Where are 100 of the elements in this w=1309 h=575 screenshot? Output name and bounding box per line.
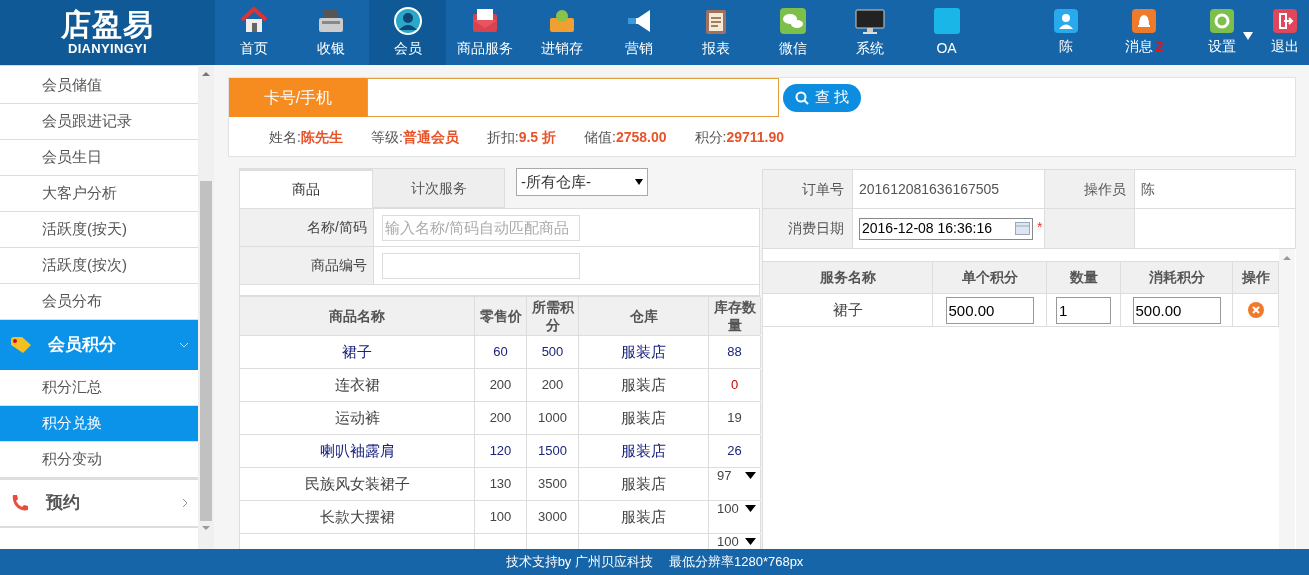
- nav-tab[interactable]: 报表: [677, 0, 754, 65]
- warehouse-select[interactable]: -所有仓库-: [516, 168, 648, 196]
- input-field[interactable]: 500.00: [1132, 296, 1221, 324]
- search-icon: [795, 90, 809, 105]
- table-cell-text: 服装店: [621, 341, 666, 362]
- table-cell: 100: [717, 535, 739, 549]
- nav-tab[interactable]: 微信: [754, 0, 831, 65]
- calendar-icon: [1015, 222, 1030, 235]
- table-cell-text: 服装店: [621, 374, 666, 395]
- nav-tab[interactable]: OA: [908, 0, 985, 65]
- search-button[interactable]: 查 找: [783, 83, 862, 112]
- field-label: 操作员: [1045, 170, 1135, 208]
- table-cell-text: 服装店: [621, 506, 666, 527]
- message-count: 2: [1155, 36, 1164, 56]
- nav-tab[interactable]: 收银: [292, 0, 369, 65]
- column-header: 商品名称: [240, 297, 475, 335]
- table-cell-text: 60: [493, 343, 508, 362]
- nav-tab[interactable]: 会员: [369, 0, 446, 65]
- required-mark: *: [1037, 218, 1043, 237]
- column-header: 服务名称: [763, 262, 933, 293]
- logo-title: 店盈易: [61, 8, 154, 41]
- table-cell-text: 500: [541, 343, 564, 362]
- column-header: 所需积分: [527, 297, 579, 335]
- table-cell-text: 连衣裙: [334, 374, 380, 395]
- table-cell-text: 130: [489, 475, 512, 494]
- caret-icon[interactable]: [745, 505, 756, 512]
- table-cell-text: 民族风女装裙子: [304, 473, 410, 494]
- caret-icon[interactable]: [745, 538, 756, 545]
- logo-subtitle: DIANYINGYI: [67, 40, 148, 57]
- resolution-text: 最低分辨率1280*768px: [668, 553, 804, 572]
- chat-icon: [777, 6, 808, 36]
- table-cell-text: 长款大摆裙: [319, 506, 395, 527]
- user-menu-button[interactable]: 陈: [1027, 0, 1105, 65]
- table-cell-text: 1000: [538, 409, 567, 428]
- table-cell-text: 3000: [538, 508, 567, 527]
- input-field[interactable]: [382, 252, 580, 279]
- support-text: 技术支持by 广州贝应科技: [505, 553, 653, 572]
- user-menu-button[interactable]: 消息 2: [1105, 0, 1183, 65]
- card-phone-field[interactable]: [367, 78, 779, 117]
- nav-tab[interactable]: 进销存: [523, 0, 600, 65]
- field-label: 订单号: [763, 170, 853, 208]
- table-cell-text: 裙子: [342, 341, 372, 362]
- filter-label: 名称/简码: [240, 209, 374, 246]
- table-cell-text: 裙子: [832, 299, 863, 320]
- nav-tab[interactable]: 商品服务: [446, 0, 523, 65]
- nav-tab[interactable]: 营销: [600, 0, 677, 65]
- table-cell-text: 0: [730, 376, 739, 395]
- logout-icon: [1273, 8, 1297, 33]
- table-cell-text: 运动裤: [334, 407, 380, 428]
- member-info-text: 储值:2758.00: [584, 127, 667, 147]
- tab[interactable]: 商品: [239, 168, 372, 208]
- bell-icon: [1132, 8, 1156, 33]
- member-info-text: 积分:29711.90: [694, 127, 785, 147]
- chevron-down-icon: [180, 342, 188, 348]
- user-icon: [1054, 8, 1078, 33]
- person-icon: [392, 6, 423, 36]
- column-header: 数量: [1047, 262, 1121, 293]
- table-cell-text: 3500: [538, 475, 567, 494]
- table-cell-text: 26: [727, 442, 742, 461]
- user-menu-button[interactable]: 退出: [1261, 0, 1309, 65]
- date-field[interactable]: 2016-12-08 16:36:16: [859, 217, 1033, 240]
- column-header: 零售价: [475, 297, 527, 335]
- delete-icon[interactable]: [1247, 302, 1264, 318]
- input-field[interactable]: 输入名称/简码自动匹配商品: [382, 214, 580, 241]
- table-cell-text: 200: [541, 376, 564, 395]
- scroll-down-icon[interactable]: [202, 525, 210, 531]
- column-header: 仓库: [579, 297, 709, 335]
- tab[interactable]: 计次服务: [372, 168, 505, 208]
- scroll-up-icon[interactable]: [1283, 255, 1291, 261]
- table-cell-text: 喇叭袖露肩: [319, 440, 395, 461]
- operator-name: 陈: [1140, 179, 1156, 199]
- input-field[interactable]: 500.00: [945, 296, 1034, 324]
- scroll-up-icon[interactable]: [202, 71, 210, 77]
- table-cell: 97: [717, 469, 732, 483]
- column-header: 消耗积分: [1121, 262, 1233, 293]
- table-cell-text: 服装店: [621, 440, 666, 461]
- nav-tab[interactable]: 首页: [215, 0, 292, 65]
- chevron-right-icon: [183, 499, 188, 507]
- column-header: 库存数量: [709, 297, 761, 335]
- nav-tab[interactable]: 系统: [831, 0, 908, 65]
- filter-label: 商品编号: [240, 247, 374, 284]
- user-menu-button[interactable]: 设置: [1183, 0, 1261, 65]
- member-info-text: 等级:普通会员: [370, 127, 459, 147]
- scrollbar[interactable]: [1279, 249, 1295, 549]
- input-field[interactable]: 1: [1056, 296, 1111, 324]
- table-cell-text: 服装店: [621, 407, 666, 428]
- phone-icon: [10, 493, 30, 513]
- scrollbar[interactable]: [198, 65, 214, 549]
- member-info-text: 折扣:9.5 折: [486, 127, 557, 147]
- sidebar-group[interactable]: 预约: [0, 478, 198, 528]
- gear-icon: [1210, 8, 1234, 33]
- table-cell-text: 120: [489, 442, 512, 461]
- table-cell-text: 100: [489, 508, 512, 527]
- table-cell-text: 200: [489, 409, 512, 428]
- caret-icon[interactable]: [745, 472, 756, 479]
- search-label: 卡号/手机: [229, 78, 367, 117]
- table-cell-text: 88: [727, 343, 742, 362]
- tag-icon: [10, 336, 32, 354]
- table-cell-text: 服装店: [621, 473, 666, 494]
- table-cell-text: 200: [489, 376, 512, 395]
